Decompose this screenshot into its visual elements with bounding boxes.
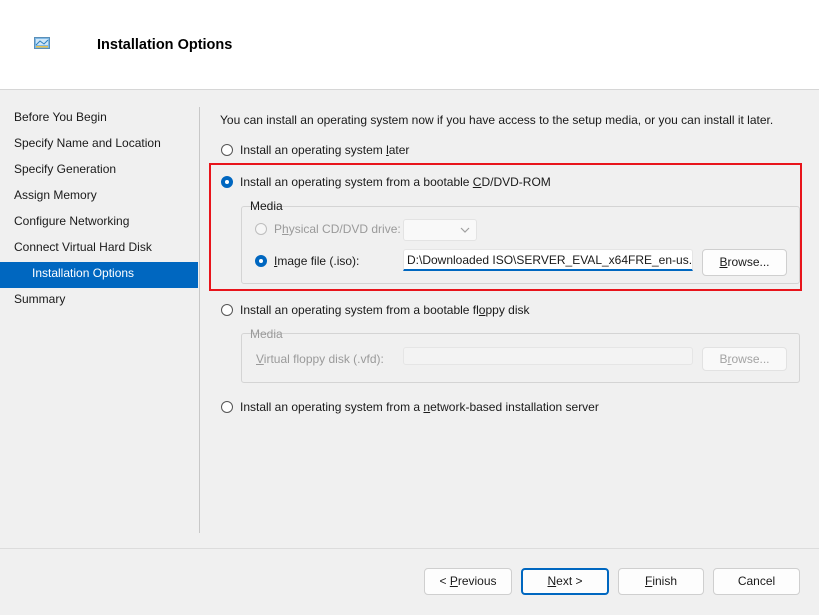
radio-indicator-disabled[interactable] (255, 223, 267, 235)
browse-vfd-button[interactable]: Browse... (702, 347, 787, 371)
previous-button[interactable]: < Previous (424, 568, 512, 595)
cancel-button[interactable]: Cancel (713, 568, 800, 595)
virtual-floppy-input[interactable] (403, 347, 693, 365)
wizard-icon (34, 37, 50, 49)
radio-indicator-checked[interactable] (221, 176, 233, 188)
floppy-media-legend: Media (250, 327, 283, 341)
radio-physical-drive-label: Physical CD/DVD drive: (274, 222, 401, 236)
intro-text: You can install an operating system now … (220, 113, 774, 127)
radio-physical-drive[interactable]: Physical CD/DVD drive: (255, 222, 401, 236)
nav-item-summary[interactable]: Summary (0, 288, 198, 314)
nav-divider (199, 107, 200, 533)
nav-item-specify-name-and-location[interactable]: Specify Name and Location (0, 132, 198, 158)
nav-item-installation-options[interactable]: Installation Options (0, 262, 198, 288)
physical-drive-select[interactable] (403, 219, 477, 241)
radio-image-file[interactable]: Image file (.iso): (255, 254, 359, 268)
radio-indicator[interactable] (221, 144, 233, 156)
nav-item-connect-virtual-hard-disk[interactable]: Connect Virtual Hard Disk (0, 236, 198, 262)
nav-item-assign-memory[interactable]: Assign Memory (0, 184, 198, 210)
page-title: Installation Options (97, 37, 233, 53)
chevron-down-icon (460, 227, 470, 233)
radio-install-network-label: Install an operating system from a netwo… (240, 400, 599, 414)
radio-install-floppy[interactable]: Install an operating system from a boota… (221, 303, 530, 317)
radio-install-later-label: Install an operating system later (240, 143, 410, 157)
radio-install-floppy-label: Install an operating system from a boota… (240, 303, 530, 317)
radio-install-cd-dvd-label: Install an operating system from a boota… (240, 175, 551, 189)
radio-install-cd-dvd[interactable]: Install an operating system from a boota… (221, 175, 551, 189)
radio-indicator-checked[interactable] (255, 255, 267, 267)
nav-item-configure-networking[interactable]: Configure Networking (0, 210, 198, 236)
finish-button[interactable]: Finish (618, 568, 704, 595)
radio-indicator[interactable] (221, 401, 233, 413)
virtual-floppy-label: Virtual floppy disk (.vfd): (256, 352, 384, 366)
footer-divider (0, 548, 819, 549)
radio-indicator[interactable] (221, 304, 233, 316)
wizard-steps-nav: Before You Begin Specify Name and Locati… (0, 106, 198, 314)
image-file-path-input[interactable]: D:\Downloaded ISO\SERVER_EVAL_x64FRE_en-… (403, 249, 693, 271)
radio-install-network[interactable]: Install an operating system from a netwo… (221, 400, 599, 414)
radio-install-later[interactable]: Install an operating system later (221, 143, 409, 157)
nav-item-specify-generation[interactable]: Specify Generation (0, 158, 198, 184)
radio-image-file-label: Image file (.iso): (274, 254, 360, 268)
next-button[interactable]: Next > (521, 568, 609, 595)
browse-iso-button[interactable]: Browse... (702, 249, 787, 276)
cd-media-legend: Media (250, 199, 283, 213)
wizard-header: Installation Options (0, 0, 819, 90)
nav-item-before-you-begin[interactable]: Before You Begin (0, 106, 198, 132)
